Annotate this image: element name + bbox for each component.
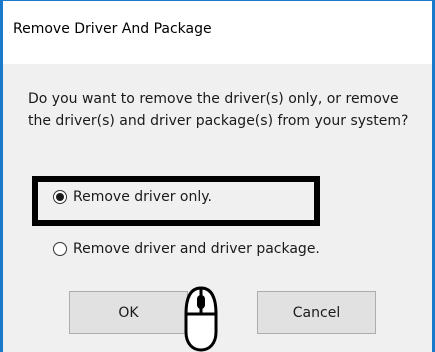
radio-remove-driver-only-label: Remove driver only. (73, 189, 212, 205)
remove-driver-dialog: Remove Driver And Package Do you want to… (0, 0, 435, 352)
radio-remove-driver-only[interactable]: Remove driver only. (53, 189, 212, 205)
title-bar: Remove Driver And Package (3, 1, 432, 64)
cancel-button[interactable]: Cancel (257, 291, 376, 334)
radio-checked-icon[interactable] (53, 190, 67, 204)
ok-button[interactable]: OK (69, 291, 188, 334)
radio-remove-driver-and-package-label: Remove driver and driver package. (73, 241, 320, 257)
dialog-title: Remove Driver And Package (13, 21, 212, 37)
radio-remove-driver-and-package[interactable]: Remove driver and driver package. (53, 241, 320, 257)
dialog-message: Do you want to remove the driver(s) only… (28, 91, 409, 129)
radio-unchecked-icon[interactable] (53, 242, 67, 256)
